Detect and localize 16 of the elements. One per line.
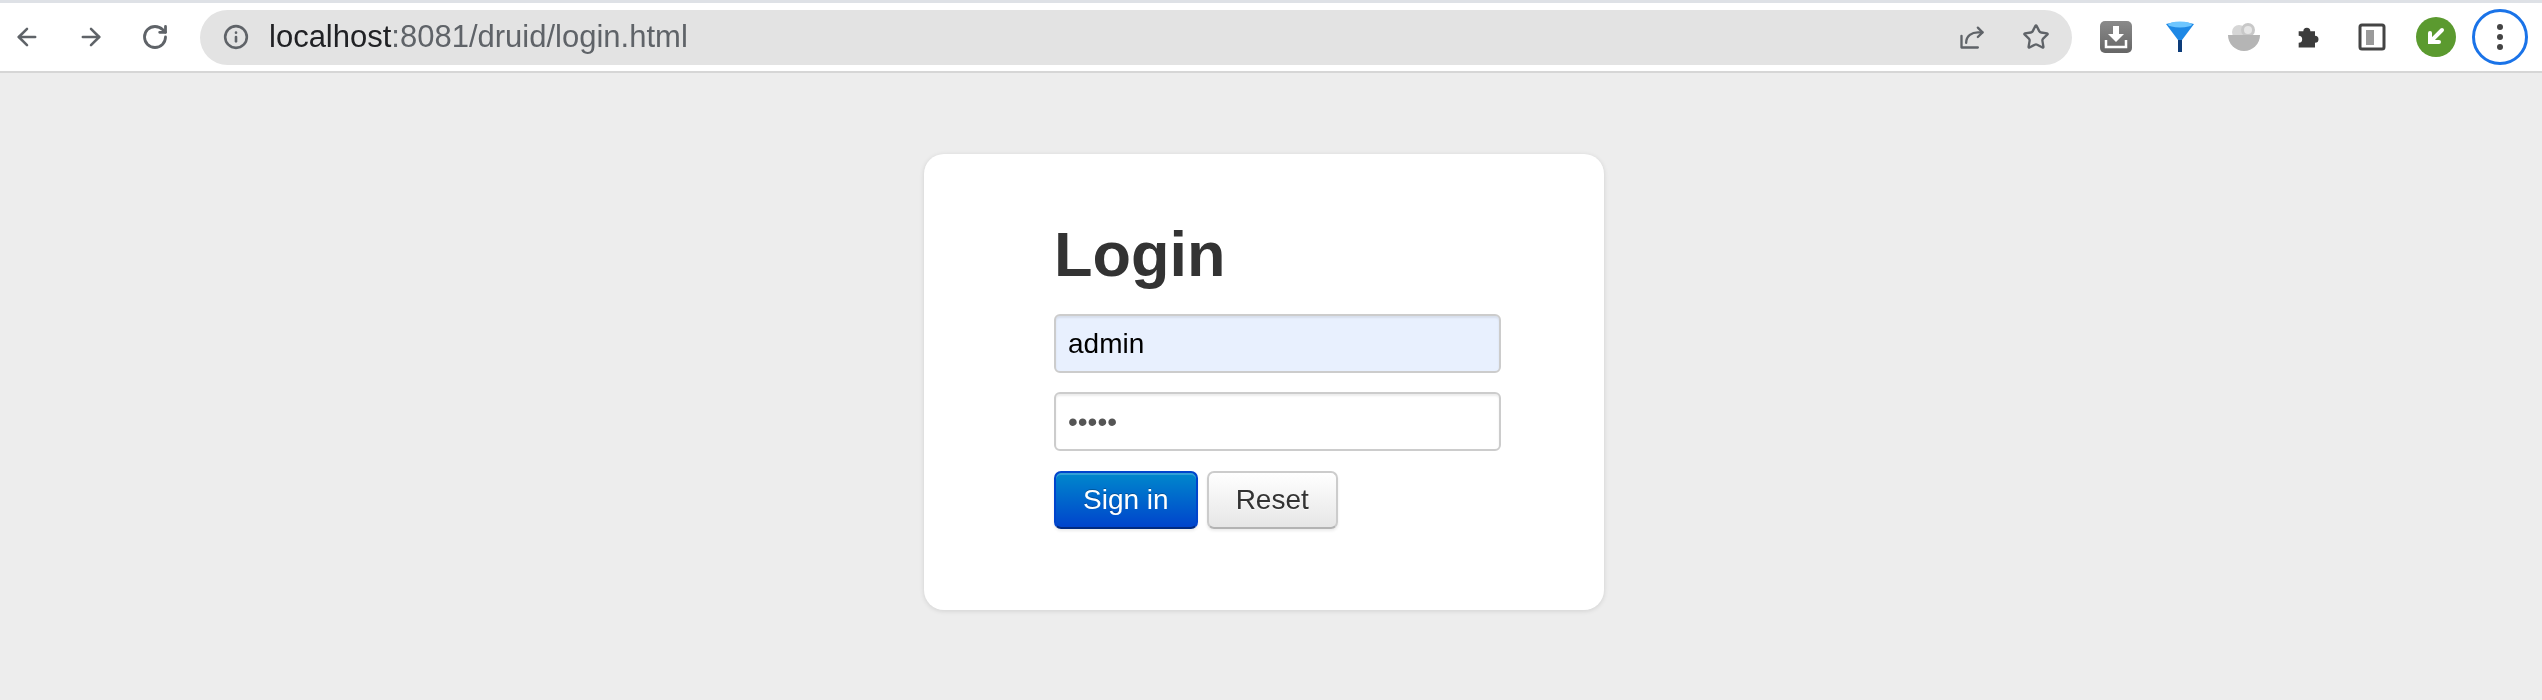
reset-button[interactable]: Reset — [1206, 471, 1338, 529]
reload-icon[interactable] — [141, 23, 169, 51]
username-field[interactable]: admin — [1054, 314, 1501, 373]
window-icon[interactable] — [2358, 23, 2386, 51]
share-icon[interactable] — [1958, 23, 1986, 51]
login-title: Login — [1054, 218, 1227, 291]
sign-in-button[interactable]: Sign in — [1054, 471, 1198, 529]
address-bar[interactable]: localhost:8081/druid/login.html — [200, 9, 2072, 65]
arrow-disc-icon[interactable] — [2416, 17, 2456, 57]
menu-icon[interactable] — [2472, 9, 2528, 65]
download-icon[interactable] — [2100, 21, 2132, 53]
star-icon[interactable] — [2022, 23, 2050, 51]
url-text: localhost:8081/druid/login.html — [269, 19, 689, 55]
info-icon[interactable] — [223, 24, 249, 50]
funnel-icon[interactable] — [2165, 20, 2195, 54]
password-field[interactable]: ••••• — [1054, 392, 1501, 451]
